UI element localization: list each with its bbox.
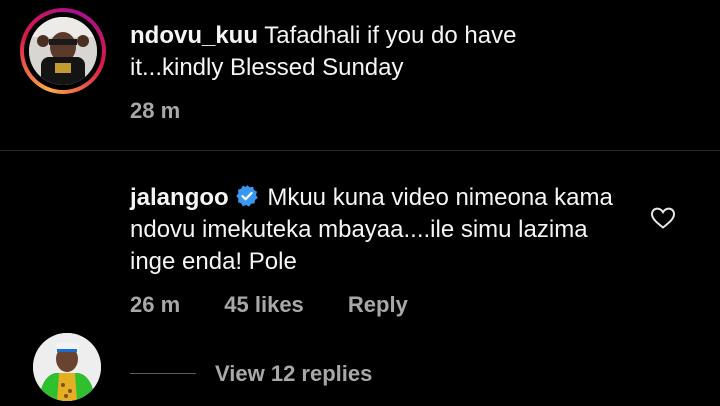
timestamp: 26 m [130, 292, 181, 317]
username[interactable]: jalangoo [130, 184, 229, 211]
comment-body: jalangoo Mkuu kuna video nimeona kama nd… [130, 182, 630, 278]
avatar-photo [33, 333, 101, 401]
avatar[interactable] [29, 17, 97, 85]
replies-divider-line [130, 373, 196, 374]
like-heart-icon[interactable] [650, 206, 676, 230]
view-replies-button[interactable]: View 12 replies [215, 361, 372, 387]
avatar-photo [29, 17, 97, 85]
comment-ndovu-kuu: ndovu_kuu Tafadhali if you do have it...… [0, 0, 720, 150]
username[interactable]: ndovu_kuu [130, 22, 258, 49]
comment-body: ndovu_kuu Tafadhali if you do have it...… [130, 20, 600, 84]
reply-button[interactable]: Reply [348, 292, 408, 317]
comment-jalangoo: jalangoo Mkuu kuna video nimeona kama nd… [0, 150, 720, 406]
avatar[interactable] [33, 333, 101, 401]
comment-meta: 26 m 45 likes Reply [130, 292, 446, 318]
timestamp: 28 m [130, 98, 181, 123]
comment-meta: 28 m [130, 98, 218, 124]
verified-badge-icon [235, 185, 258, 207]
likes-count[interactable]: 45 likes [224, 292, 304, 317]
